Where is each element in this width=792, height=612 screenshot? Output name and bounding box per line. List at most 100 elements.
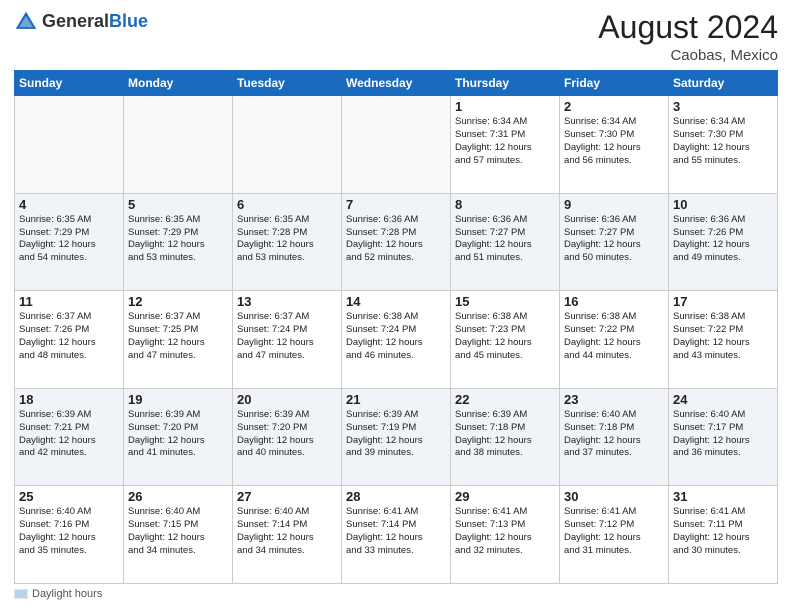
day-number: 27 — [237, 489, 337, 504]
calendar-cell: 1Sunrise: 6:34 AM Sunset: 7:31 PM Daylig… — [451, 96, 560, 194]
calendar-cell: 23Sunrise: 6:40 AM Sunset: 7:18 PM Dayli… — [560, 388, 669, 486]
calendar-cell: 11 Sunrise: 6:37 AM Sunset: 7:26 PM Dayli… — [15, 291, 124, 389]
day-number: 30 — [564, 489, 664, 504]
day-info: Sunrise: 6:37 AM Sunset: 7:26 PM Dayligh… — [19, 311, 119, 362]
day-number: 3 — [673, 99, 773, 114]
day-info: Sunrise: 6:36 AM Sunset: 7:27 PM Dayligh… — [564, 214, 664, 265]
logo: GeneralBlue — [14, 10, 148, 34]
title-block: August 2024 Caobas, Mexico — [598, 10, 778, 64]
col-header-thursday: Thursday — [451, 71, 560, 96]
calendar-cell: 30 Sunrise: 6:41 AM Sunset: 7:12 PM Dayli… — [560, 486, 669, 584]
day-number: 16 — [564, 294, 664, 309]
footer: Daylight hours — [14, 588, 778, 602]
day-number: 25 — [19, 489, 119, 504]
page: GeneralBlue August 2024 Caobas, Mexico S… — [0, 0, 792, 612]
calendar-week-1: 1Sunrise: 6:34 AM Sunset: 7:31 PM Daylig… — [15, 96, 778, 194]
day-number: 6 — [237, 197, 337, 212]
calendar-cell: 9Sunrise: 6:36 AM Sunset: 7:27 PM Daylig… — [560, 193, 669, 291]
calendar-table: SundayMondayTuesdayWednesdayThursdayFrid… — [14, 70, 778, 584]
month-year: August 2024 — [598, 10, 778, 45]
day-info: Sunrise: 6:39 AM Sunset: 7:18 PM Dayligh… — [455, 409, 555, 460]
calendar-cell: 29Sunrise: 6:41 AM Sunset: 7:13 PM Dayli… — [451, 486, 560, 584]
daylight-indicator — [14, 589, 28, 599]
day-number: 19 — [128, 392, 228, 407]
footer-text: Daylight hours — [32, 588, 102, 600]
calendar-cell: 20 Sunrise: 6:39 AM Sunset: 7:20 PM Dayli… — [233, 388, 342, 486]
day-info: Sunrise: 6:37 AM Sunset: 7:25 PM Dayligh… — [128, 311, 228, 362]
calendar-cell: 10 Sunrise: 6:36 AM Sunset: 7:26 PM Dayli… — [669, 193, 778, 291]
day-number: 10 — [673, 197, 773, 212]
day-info: Sunrise: 6:39 AM Sunset: 7:20 PM Dayligh… — [237, 409, 337, 460]
calendar-header-row: SundayMondayTuesdayWednesdayThursdayFrid… — [15, 71, 778, 96]
logo-icon — [14, 10, 38, 34]
calendar-week-3: 11 Sunrise: 6:37 AM Sunset: 7:26 PM Dayli… — [15, 291, 778, 389]
day-info: Sunrise: 6:41 AM Sunset: 7:14 PM Dayligh… — [346, 506, 446, 557]
calendar-cell: 14 Sunrise: 6:38 AM Sunset: 7:24 PM Dayli… — [342, 291, 451, 389]
day-info: Sunrise: 6:35 AM Sunset: 7:28 PM Dayligh… — [237, 214, 337, 265]
day-info: Sunrise: 6:39 AM Sunset: 7:21 PM Dayligh… — [19, 409, 119, 460]
day-info: Sunrise: 6:41 AM Sunset: 7:12 PM Dayligh… — [564, 506, 664, 557]
day-info: Sunrise: 6:40 AM Sunset: 7:17 PM Dayligh… — [673, 409, 773, 460]
footer-label: Daylight hours — [14, 588, 102, 600]
day-number: 22 — [455, 392, 555, 407]
day-number: 17 — [673, 294, 773, 309]
calendar-cell: 28 Sunrise: 6:41 AM Sunset: 7:14 PM Dayli… — [342, 486, 451, 584]
calendar-cell: 27 Sunrise: 6:40 AM Sunset: 7:14 PM Dayli… — [233, 486, 342, 584]
calendar-cell: 5Sunrise: 6:35 AM Sunset: 7:29 PM Daylig… — [124, 193, 233, 291]
day-number: 20 — [237, 392, 337, 407]
header: GeneralBlue August 2024 Caobas, Mexico — [14, 10, 778, 64]
day-number: 13 — [237, 294, 337, 309]
day-info: Sunrise: 6:38 AM Sunset: 7:22 PM Dayligh… — [673, 311, 773, 362]
logo-blue-text: Blue — [109, 11, 148, 31]
calendar-cell: 24 Sunrise: 6:40 AM Sunset: 7:17 PM Dayli… — [669, 388, 778, 486]
day-number: 26 — [128, 489, 228, 504]
day-number: 18 — [19, 392, 119, 407]
day-info: Sunrise: 6:38 AM Sunset: 7:23 PM Dayligh… — [455, 311, 555, 362]
day-number: 14 — [346, 294, 446, 309]
calendar-cell — [342, 96, 451, 194]
day-number: 4 — [19, 197, 119, 212]
calendar-cell: 13 Sunrise: 6:37 AM Sunset: 7:24 PM Dayli… — [233, 291, 342, 389]
logo-general-text: General — [42, 11, 109, 31]
day-info: Sunrise: 6:36 AM Sunset: 7:26 PM Dayligh… — [673, 214, 773, 265]
day-info: Sunrise: 6:40 AM Sunset: 7:15 PM Dayligh… — [128, 506, 228, 557]
calendar-cell: 6 Sunrise: 6:35 AM Sunset: 7:28 PM Daylig… — [233, 193, 342, 291]
calendar-cell — [15, 96, 124, 194]
day-number: 28 — [346, 489, 446, 504]
calendar-cell — [124, 96, 233, 194]
calendar-cell: 15Sunrise: 6:38 AM Sunset: 7:23 PM Dayli… — [451, 291, 560, 389]
calendar-cell: 2Sunrise: 6:34 AM Sunset: 7:30 PM Daylig… — [560, 96, 669, 194]
day-number: 5 — [128, 197, 228, 212]
day-info: Sunrise: 6:41 AM Sunset: 7:13 PM Dayligh… — [455, 506, 555, 557]
day-info: Sunrise: 6:39 AM Sunset: 7:19 PM Dayligh… — [346, 409, 446, 460]
day-info: Sunrise: 6:34 AM Sunset: 7:30 PM Dayligh… — [673, 116, 773, 167]
calendar-cell: 12Sunrise: 6:37 AM Sunset: 7:25 PM Dayli… — [124, 291, 233, 389]
col-header-monday: Monday — [124, 71, 233, 96]
col-header-wednesday: Wednesday — [342, 71, 451, 96]
day-number: 11 — [19, 294, 119, 309]
day-info: Sunrise: 6:36 AM Sunset: 7:28 PM Dayligh… — [346, 214, 446, 265]
calendar-cell: 7 Sunrise: 6:36 AM Sunset: 7:28 PM Daylig… — [342, 193, 451, 291]
day-number: 31 — [673, 489, 773, 504]
location: Caobas, Mexico — [598, 47, 778, 64]
day-number: 24 — [673, 392, 773, 407]
day-number: 8 — [455, 197, 555, 212]
day-number: 7 — [346, 197, 446, 212]
day-info: Sunrise: 6:34 AM Sunset: 7:30 PM Dayligh… — [564, 116, 664, 167]
day-info: Sunrise: 6:41 AM Sunset: 7:11 PM Dayligh… — [673, 506, 773, 557]
calendar-cell: 8Sunrise: 6:36 AM Sunset: 7:27 PM Daylig… — [451, 193, 560, 291]
calendar-cell: 21 Sunrise: 6:39 AM Sunset: 7:19 PM Dayli… — [342, 388, 451, 486]
calendar-cell: 16 Sunrise: 6:38 AM Sunset: 7:22 PM Dayli… — [560, 291, 669, 389]
day-info: Sunrise: 6:37 AM Sunset: 7:24 PM Dayligh… — [237, 311, 337, 362]
calendar-cell — [233, 96, 342, 194]
day-number: 21 — [346, 392, 446, 407]
calendar-cell: 31 Sunrise: 6:41 AM Sunset: 7:11 PM Dayli… — [669, 486, 778, 584]
col-header-saturday: Saturday — [669, 71, 778, 96]
day-info: Sunrise: 6:35 AM Sunset: 7:29 PM Dayligh… — [19, 214, 119, 265]
day-info: Sunrise: 6:38 AM Sunset: 7:22 PM Dayligh… — [564, 311, 664, 362]
day-info: Sunrise: 6:39 AM Sunset: 7:20 PM Dayligh… — [128, 409, 228, 460]
day-info: Sunrise: 6:40 AM Sunset: 7:14 PM Dayligh… — [237, 506, 337, 557]
calendar-cell: 17 Sunrise: 6:38 AM Sunset: 7:22 PM Dayli… — [669, 291, 778, 389]
col-header-sunday: Sunday — [15, 71, 124, 96]
day-info: Sunrise: 6:38 AM Sunset: 7:24 PM Dayligh… — [346, 311, 446, 362]
